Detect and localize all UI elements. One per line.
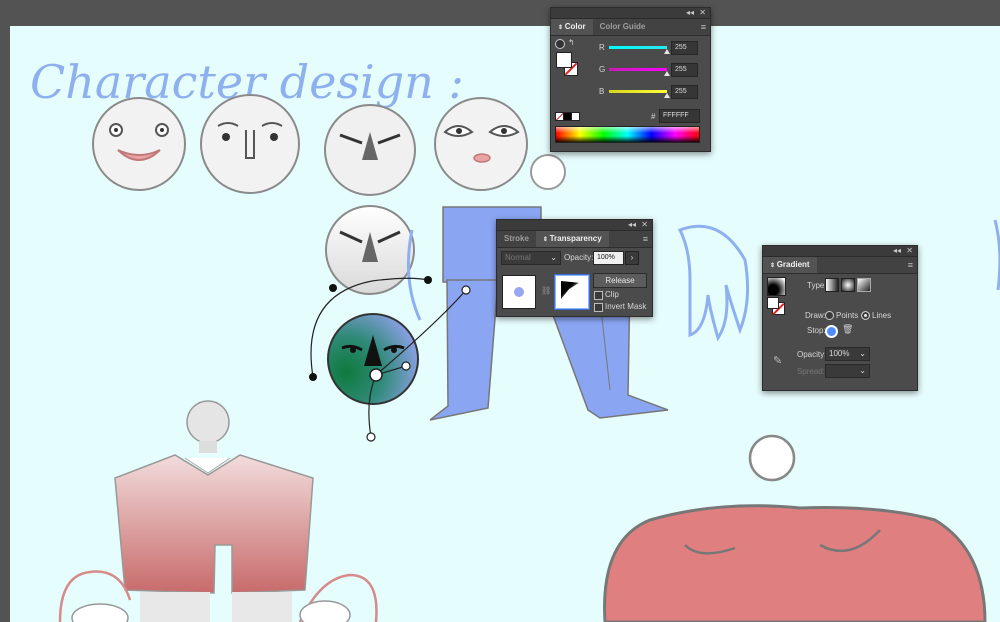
swap-colors-icon[interactable]: ↰	[568, 38, 575, 47]
collapse-icon[interactable]: ◂◂	[893, 246, 901, 256]
draw-lines-label: Lines	[872, 311, 892, 320]
red-channel-label: R	[599, 43, 605, 52]
blue-value-input[interactable]: 255	[671, 85, 698, 99]
green-slider[interactable]	[609, 68, 667, 71]
invert-mask-checkbox[interactable]	[594, 303, 603, 312]
head-circle[interactable]	[530, 154, 566, 190]
head-circle-2[interactable]	[748, 434, 796, 482]
face-sketch-1[interactable]	[92, 97, 186, 191]
gradient-stop-2[interactable]	[401, 361, 411, 371]
color-spectrum[interactable]	[555, 126, 700, 143]
hex-label: #	[651, 112, 656, 121]
close-icon[interactable]: ✕	[699, 8, 706, 18]
color-panel-tabs: ⇕ Color Color Guide ≡	[551, 19, 710, 36]
clip-label: Clip	[605, 290, 619, 299]
gradient-stop-3[interactable]	[366, 432, 376, 442]
white-swatch[interactable]	[571, 112, 580, 121]
red-slider[interactable]	[609, 46, 667, 49]
tab-stroke[interactable]: Stroke	[497, 231, 536, 247]
draw-points-label: Points	[836, 311, 859, 320]
red-slider-knob[interactable]	[664, 49, 670, 54]
transparency-panel[interactable]: ◂◂ ✕ Stroke ⇕ Transparency ≡ Normal ⌄ Opa…	[496, 219, 653, 317]
gradient-handle-top-right[interactable]	[424, 276, 432, 284]
gradient-panel-tabs: ⇕ Gradient ≡	[763, 257, 917, 274]
opacity-mask-thumbnail[interactable]	[555, 275, 589, 309]
gradient-handle-top-left[interactable]	[329, 284, 337, 292]
gradient-preview-swatch[interactable]	[767, 277, 786, 296]
gradient-stop-1[interactable]	[461, 285, 471, 295]
green-value-input[interactable]: 255	[671, 63, 698, 77]
green-slider-knob[interactable]	[664, 71, 670, 76]
invert-mask-label: Invert Mask	[605, 302, 647, 311]
close-icon[interactable]: ✕	[906, 246, 913, 256]
panel-menu-icon[interactable]: ≡	[643, 233, 648, 245]
panel-menu-icon[interactable]: ≡	[908, 259, 913, 271]
gradient-handle-left[interactable]	[309, 373, 317, 381]
gradient-type-label: Type:	[807, 281, 827, 290]
opacity-input[interactable]: 100%	[593, 251, 624, 265]
close-icon[interactable]: ✕	[641, 220, 648, 230]
object-thumbnail[interactable]	[502, 275, 536, 309]
release-button[interactable]: Release	[593, 273, 647, 288]
gradient-origin[interactable]	[369, 368, 383, 382]
fill-swatch[interactable]	[556, 52, 572, 68]
gradient-opacity-dropdown[interactable]: 100% ⌄	[825, 347, 870, 361]
radial-gradient-type-button[interactable]	[841, 278, 855, 292]
spread-dropdown[interactable]: ⌄	[825, 364, 870, 378]
eyedropper-icon[interactable]: ✎	[773, 354, 782, 367]
hex-value-input[interactable]: FFFFFF	[659, 109, 700, 123]
color-panel-titlebar[interactable]: ◂◂ ✕	[551, 8, 710, 19]
stop-label: Stop:	[807, 326, 826, 335]
red-torso-shape[interactable]	[603, 504, 987, 622]
draw-points-radio[interactable]	[825, 311, 834, 320]
color-panel[interactable]: ◂◂ ✕ ⇕ Color Color Guide ≡ ↰ R 255 G 255…	[550, 7, 711, 152]
transparency-panel-tabs: Stroke ⇕ Transparency ≡	[497, 231, 652, 248]
spread-label: Spread:	[797, 367, 826, 376]
opacity-arrow-button[interactable]: ›	[625, 251, 639, 265]
blue-slider[interactable]	[609, 90, 667, 93]
draw-label: Draw:	[805, 311, 826, 320]
tab-color-guide[interactable]: Color Guide	[593, 19, 653, 35]
opacity-label: Opacity:	[564, 253, 594, 262]
face-sketch-4[interactable]	[434, 97, 528, 191]
freeform-gradient-type-button[interactable]	[857, 278, 871, 292]
delete-stop-icon[interactable]: 🗑	[842, 324, 853, 335]
stop-color-swatch[interactable]	[825, 325, 838, 338]
gradient-panel-titlebar[interactable]: ◂◂ ✕	[763, 246, 917, 257]
green-channel-label: G	[599, 65, 606, 74]
tab-transparency[interactable]: ⇕ Transparency	[535, 231, 609, 247]
linear-gradient-type-button[interactable]	[825, 278, 839, 292]
selected-face-gradient[interactable]	[327, 313, 419, 405]
tab-color[interactable]: ⇕ Color	[551, 19, 593, 35]
blue-slider-knob[interactable]	[664, 93, 670, 98]
collapse-icon[interactable]: ◂◂	[686, 8, 694, 18]
gradient-opacity-label: Opacity:	[797, 350, 827, 359]
gradient-panel[interactable]: ◂◂ ✕ ⇕ Gradient ≡ Type: Draw: Points Lin…	[762, 245, 918, 391]
face-sketch-2[interactable]	[200, 94, 300, 194]
collapse-icon[interactable]: ◂◂	[628, 220, 636, 230]
clip-checkbox[interactable]	[594, 291, 603, 300]
blend-mode-dropdown[interactable]: Normal ⌄	[501, 251, 561, 265]
panel-menu-icon[interactable]: ≡	[701, 21, 706, 33]
default-colors-icon[interactable]	[555, 39, 565, 49]
face-sketch-3[interactable]	[324, 104, 416, 196]
gradient-fill-swatch[interactable]	[767, 297, 779, 309]
red-value-input[interactable]: 255	[671, 41, 698, 55]
transparency-panel-titlebar[interactable]: ◂◂ ✕	[497, 220, 652, 231]
tab-gradient[interactable]: ⇕ Gradient	[763, 257, 817, 273]
draw-lines-radio[interactable]	[861, 311, 870, 320]
blue-channel-label: B	[599, 87, 605, 96]
link-mask-icon[interactable]: ⛓	[541, 286, 551, 295]
